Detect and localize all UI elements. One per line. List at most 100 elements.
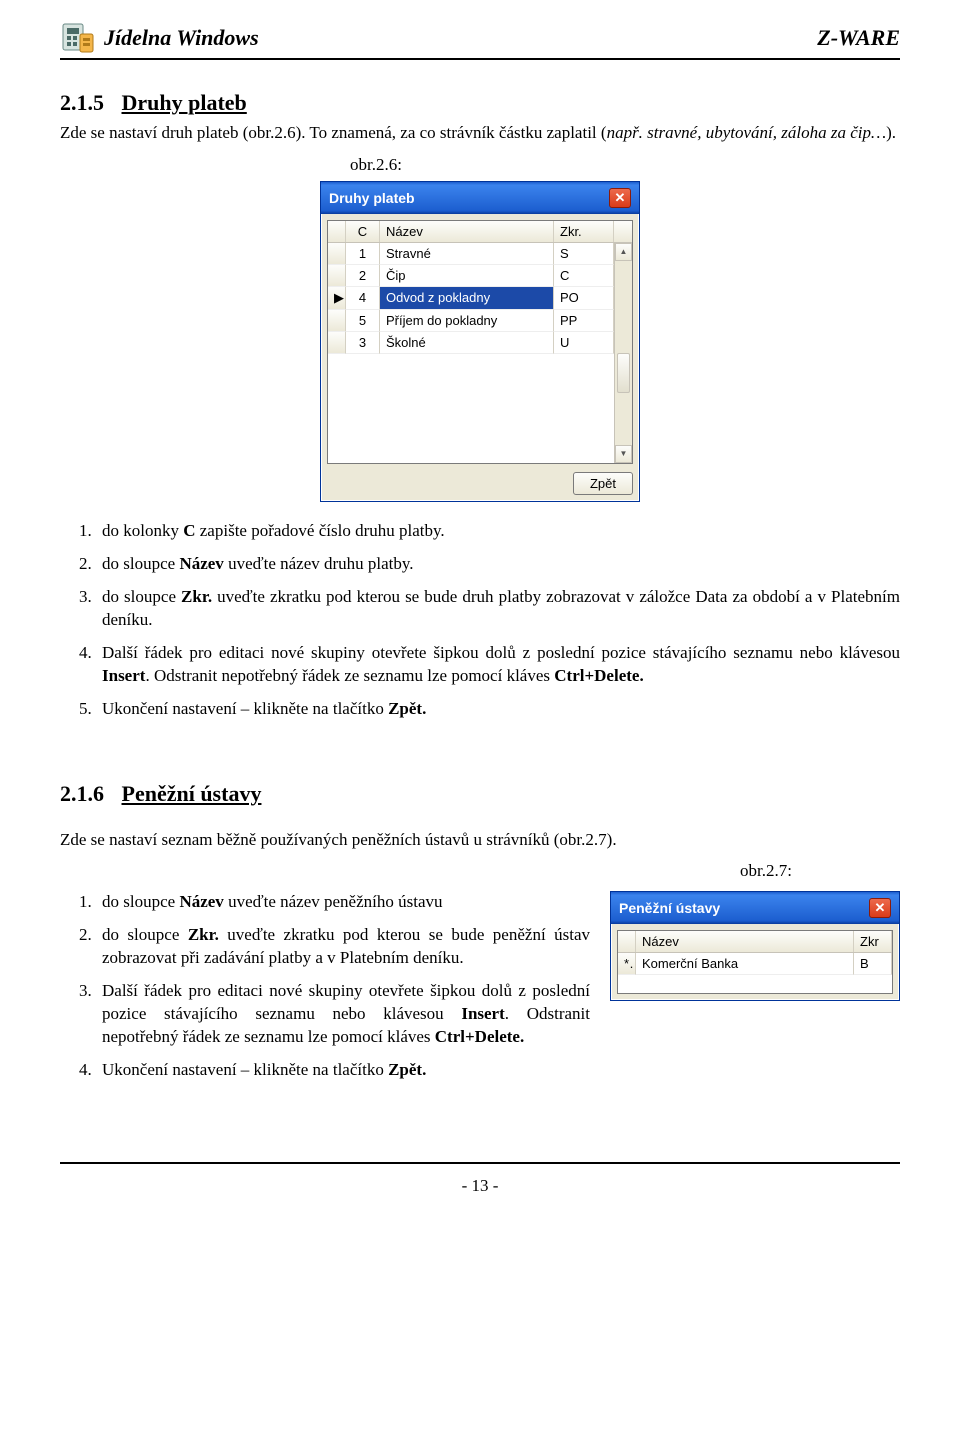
step-text: zapište pořadové číslo druhu platby. — [196, 521, 445, 540]
grid-body: *Komerční BankaB — [618, 953, 892, 993]
scroll-head-spacer — [614, 221, 632, 242]
section-number: 2.1.6 — [60, 781, 104, 806]
step-bold: Název — [179, 892, 223, 911]
dialog-title: Druhy plateb — [329, 190, 415, 206]
cell-nazev[interactable]: Stravné — [380, 243, 554, 265]
grid-body: 1StravnéS2ČipC▶4Odvod z pokladnyPO5Příje… — [328, 243, 632, 463]
cell-nazev[interactable]: Odvod z pokladny — [380, 287, 554, 310]
close-icon[interactable]: ✕ — [869, 898, 891, 918]
row-marker — [328, 310, 346, 332]
step-bold: Zpět. — [388, 699, 426, 718]
step-bold: Ctrl+Delete. — [554, 666, 643, 685]
step-bold: Insert — [461, 1004, 504, 1023]
two-column-layout: do sloupce Název uveďte název peněžního … — [60, 891, 900, 1092]
figure-2-6: Druhy plateb ✕ C Název Zkr. 1StravnéS2Či… — [60, 181, 900, 502]
close-icon[interactable]: ✕ — [609, 188, 631, 208]
cell-zkr[interactable]: PP — [554, 310, 614, 332]
cell-c[interactable]: 3 — [346, 332, 380, 354]
document-page: Jídelna Windows Z-WARE 2.1.5 Druhy plate… — [0, 0, 960, 1226]
cell-zkr[interactable]: C — [554, 265, 614, 287]
table-row[interactable]: *Komerční BankaB — [618, 953, 892, 975]
scroll-down-icon[interactable]: ▼ — [615, 445, 632, 463]
scroll-thumb[interactable] — [617, 353, 630, 393]
grid-col-c[interactable]: C — [346, 221, 380, 242]
cell-c[interactable]: 2 — [346, 265, 380, 287]
back-button[interactable]: Zpět — [573, 472, 633, 495]
cell-nazev[interactable]: Komerční Banka — [636, 953, 854, 975]
dialog-titlebar[interactable]: Peněžní ústavy ✕ — [611, 892, 899, 924]
section-title: Peněžní ústavy — [122, 781, 262, 806]
list-item: do sloupce Název uveďte název druhu plat… — [96, 553, 900, 576]
grid-col-zkr[interactable]: Zkr. — [554, 221, 614, 242]
list-item: Ukončení nastavení – klikněte na tlačítk… — [96, 1059, 590, 1082]
brand: Z-WARE — [817, 25, 900, 51]
grid-header-row: C Název Zkr. — [328, 221, 632, 243]
grid-col-nazev[interactable]: Název — [636, 931, 854, 952]
section-heading-2-1-6: 2.1.6 Peněžní ústavy — [60, 781, 900, 807]
list-item: do sloupce Zkr. uveďte zkratku pod ktero… — [96, 924, 590, 970]
cell-zkr[interactable]: PO — [554, 287, 614, 310]
step-text: Ukončení nastavení – klikněte na tlačítk… — [102, 1060, 388, 1079]
intro-post: ). — [886, 123, 896, 142]
list-item: Další řádek pro editaci nové skupiny ote… — [96, 642, 900, 688]
scroll-up-icon[interactable]: ▲ — [615, 243, 632, 261]
step-bold: Zkr. — [188, 925, 219, 944]
cell-c[interactable]: 5 — [346, 310, 380, 332]
dialog-titlebar[interactable]: Druhy plateb ✕ — [321, 182, 639, 214]
step-bold: C — [183, 521, 195, 540]
vertical-scrollbar[interactable]: ▲ ▼ — [614, 243, 632, 463]
list-item: do sloupce Zkr. uveďte zkratku pod ktero… — [96, 586, 900, 632]
step-text: do sloupce — [102, 587, 181, 606]
grid-col-nazev[interactable]: Název — [380, 221, 554, 242]
cell-zkr[interactable]: S — [554, 243, 614, 265]
list-item: Ukončení nastavení – klikněte na tlačítk… — [96, 698, 900, 721]
grid-rowmark-header — [618, 931, 636, 952]
cell-nazev[interactable]: Školné — [380, 332, 554, 354]
step-text: . Odstranit nepotřebný řádek ze seznamu … — [145, 666, 554, 685]
cell-zkr[interactable]: U — [554, 332, 614, 354]
row-marker — [328, 265, 346, 287]
step-text: uveďte název druhu platby. — [224, 554, 414, 573]
section-number: 2.1.5 — [60, 90, 104, 115]
step-bold: Zpět. — [388, 1060, 426, 1079]
page-number: - 13 - — [462, 1176, 499, 1195]
row-marker: * — [618, 953, 636, 975]
section2-intro: Zde se nastaví seznam běžně používaných … — [60, 829, 900, 852]
table-row[interactable]: 5Příjem do pokladnyPP — [328, 310, 632, 332]
table-row[interactable]: 3ŠkolnéU — [328, 332, 632, 354]
step-bold: Insert — [102, 666, 145, 685]
cell-c[interactable]: 1 — [346, 243, 380, 265]
step-text: do sloupce — [102, 554, 179, 573]
row-marker — [328, 332, 346, 354]
step-bold: Zkr. — [181, 587, 212, 606]
figure-label-2-7: obr.2.7: — [60, 861, 900, 881]
intro-pre: Zde se nastaví druh plateb (obr.2.6). To… — [60, 123, 607, 142]
table-row[interactable]: ▶4Odvod z pokladnyPO — [328, 287, 632, 310]
list-item: Další řádek pro editaci nové skupiny ote… — [96, 980, 590, 1049]
step-bold: Ctrl+Delete. — [435, 1027, 524, 1046]
step-text: Ukončení nastavení – klikněte na tlačítk… — [102, 699, 388, 718]
dialog-druhy-plateb: Druhy plateb ✕ C Název Zkr. 1StravnéS2Či… — [320, 181, 640, 502]
list-item: do sloupce Název uveďte název peněžního … — [96, 891, 590, 914]
table-row[interactable]: 2ČipC — [328, 265, 632, 287]
cell-zkr[interactable]: B — [854, 953, 892, 975]
steps-list-1: do kolonky C zapište pořadové číslo druh… — [60, 520, 900, 721]
cell-c[interactable]: 4 — [346, 287, 380, 310]
grid-col-zkr[interactable]: Zkr — [854, 931, 892, 952]
step-text: uveďte název peněžního ústavu — [224, 892, 443, 911]
row-marker — [328, 243, 346, 265]
header-left: Jídelna Windows — [60, 20, 259, 56]
section1-intro: Zde se nastaví druh plateb (obr.2.6). To… — [60, 122, 900, 145]
step-text: do kolonky — [102, 521, 183, 540]
dialog-title: Peněžní ústavy — [619, 900, 720, 916]
intro-emph: např. stravné, ubytování, záloha za čip… — [607, 123, 887, 142]
logo-icon — [60, 20, 96, 56]
table-row[interactable]: 1StravnéS — [328, 243, 632, 265]
page-footer: - 13 - — [60, 1162, 900, 1196]
cell-nazev[interactable]: Čip — [380, 265, 554, 287]
cell-nazev[interactable]: Příjem do pokladny — [380, 310, 554, 332]
dialog-body: Název Zkr *Komerční BankaB — [611, 924, 899, 1000]
list-item: do kolonky C zapište pořadové číslo druh… — [96, 520, 900, 543]
step-text: Další řádek pro editaci nové skupiny ote… — [102, 643, 900, 662]
grid-penezni-ustavy: Název Zkr *Komerční BankaB — [617, 930, 893, 994]
